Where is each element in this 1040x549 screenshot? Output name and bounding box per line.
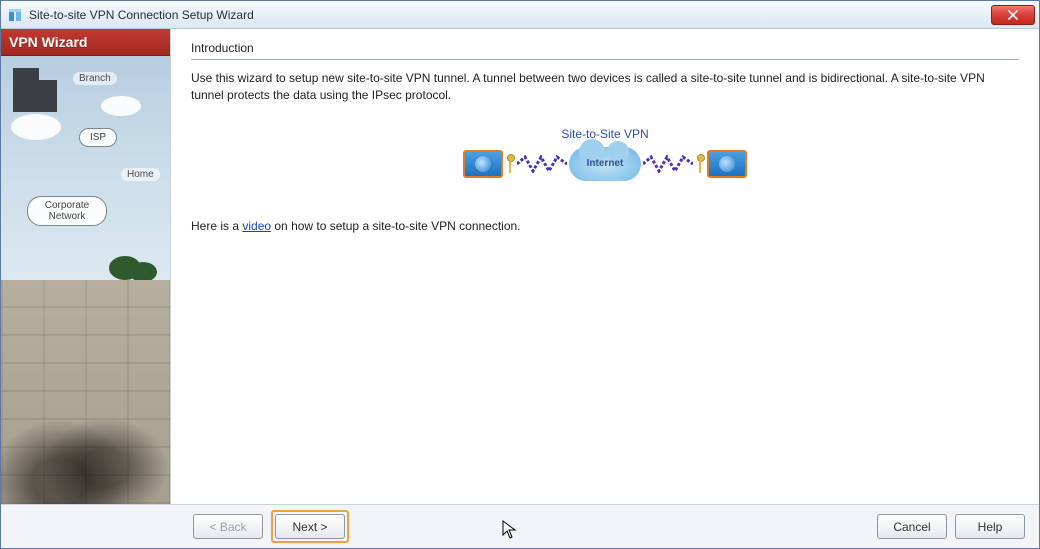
cancel-button[interactable]: Cancel xyxy=(877,514,947,539)
wizard-window: Site-to-site VPN Connection Setup Wizard… xyxy=(0,0,1040,549)
vpn-diagram: Site-to-Site VPN Internet xyxy=(191,127,1019,181)
section-heading: Introduction xyxy=(191,41,1019,55)
window-title: Site-to-site VPN Connection Setup Wizard xyxy=(29,8,991,22)
divider xyxy=(191,59,1019,60)
tunnel-left-icon xyxy=(517,155,567,173)
sidebar-header: VPN Wizard xyxy=(1,29,170,56)
video-link[interactable]: video xyxy=(242,219,271,233)
video-suffix: on how to setup a site-to-site VPN conne… xyxy=(271,219,520,233)
next-highlight: Next > xyxy=(271,510,349,543)
content-panel: Introduction Use this wizard to setup ne… xyxy=(171,29,1039,504)
router-right-icon xyxy=(707,150,747,178)
help-button[interactable]: Help xyxy=(955,514,1025,539)
close-button[interactable] xyxy=(991,5,1035,25)
sidebar-illustration: Branch ISP Home Corporate Network xyxy=(1,56,170,504)
diagram-title: Site-to-Site VPN xyxy=(561,127,648,141)
key-left-icon xyxy=(505,154,515,174)
internet-cloud-icon: Internet xyxy=(569,147,641,181)
branch-label: Branch xyxy=(73,72,117,85)
key-right-icon xyxy=(695,154,705,174)
tunnel-right-icon xyxy=(643,155,693,173)
corporate-label: Corporate Network xyxy=(27,196,107,226)
video-prefix: Here is a xyxy=(191,219,242,233)
isp-label: ISP xyxy=(79,128,117,147)
home-label: Home xyxy=(121,168,160,181)
intro-text: Use this wizard to setup new site-to-sit… xyxy=(191,70,1019,105)
titlebar: Site-to-site VPN Connection Setup Wizard xyxy=(1,1,1039,29)
button-bar: < Back Next > Cancel Help xyxy=(1,504,1039,548)
body-area: VPN Wizard Branch ISP Home Corporate Net… xyxy=(1,29,1039,504)
internet-label: Internet xyxy=(587,158,624,169)
sidebar: VPN Wizard Branch ISP Home Corporate Net… xyxy=(1,29,171,504)
router-left-icon xyxy=(463,150,503,178)
video-line: Here is a video on how to setup a site-t… xyxy=(191,219,1019,233)
app-icon xyxy=(7,7,23,23)
next-button[interactable]: Next > xyxy=(275,514,345,539)
close-icon xyxy=(1008,10,1018,20)
back-button[interactable]: < Back xyxy=(193,514,263,539)
